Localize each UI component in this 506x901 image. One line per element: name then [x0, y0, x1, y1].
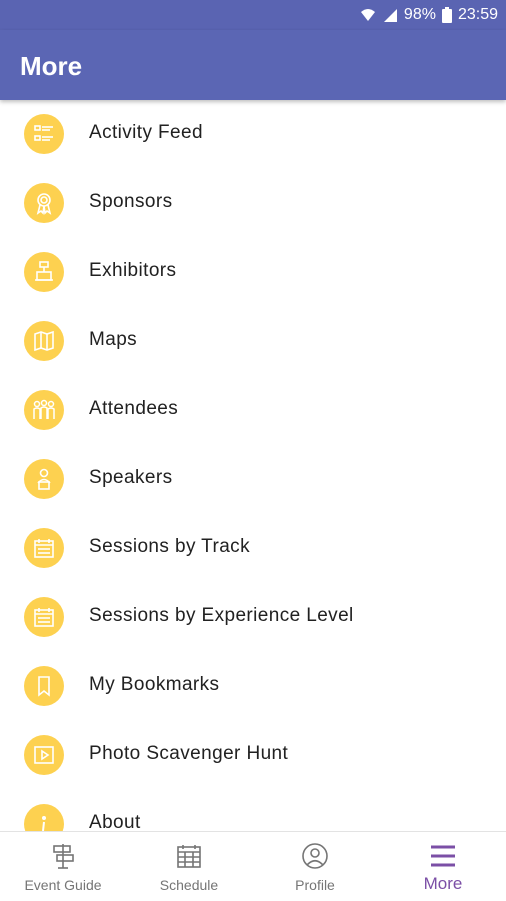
- menu-item-label: My Bookmarks: [89, 674, 220, 695]
- tab-label: Schedule: [159, 877, 219, 893]
- menu-item-sponsors[interactable]: Sponsors: [0, 169, 506, 238]
- signpost-icon: [53, 844, 74, 869]
- tab-event-guide[interactable]: Event Guide: [0, 832, 126, 901]
- menu-item-label: Speakers: [89, 467, 173, 488]
- battery-icon: [441, 7, 452, 23]
- calendar-icon: [24, 597, 64, 637]
- menu-item-label: About: [89, 812, 141, 831]
- info-icon: [24, 804, 64, 831]
- app-bar: More: [0, 30, 506, 100]
- clock: 23:59: [457, 6, 498, 23]
- menu-item-about[interactable]: About: [0, 790, 506, 831]
- award-ribbon-icon: [24, 183, 64, 223]
- menu-item-exhibitors[interactable]: Exhibitors: [0, 238, 506, 307]
- bookmark-icon: [24, 666, 64, 706]
- menu-item-label: Activity Feed: [89, 122, 203, 143]
- menu-item-maps[interactable]: Maps: [0, 307, 506, 376]
- status-bar: 98% 23:59: [0, 0, 506, 30]
- tab-more[interactable]: More: [380, 832, 506, 901]
- page-title: More: [20, 51, 83, 81]
- map-icon: [24, 321, 64, 361]
- menu-item-label: Photo Scavenger Hunt: [89, 743, 289, 764]
- menu-item-my-bookmarks[interactable]: My Bookmarks: [0, 652, 506, 721]
- tab-label: Event Guide: [24, 877, 102, 893]
- more-menu-list[interactable]: Activity Feed Sponsors Exhibitors Maps A…: [0, 100, 506, 831]
- menu-item-label: Sponsors: [89, 191, 173, 212]
- bottom-navigation: Event Guide Schedule Profile More: [0, 831, 506, 901]
- menu-item-label: Sessions by Track: [89, 536, 250, 557]
- people-icon: [24, 390, 64, 430]
- user-circle-icon: [302, 843, 328, 869]
- tab-profile[interactable]: Profile: [252, 832, 378, 901]
- menu-item-label: Exhibitors: [89, 260, 177, 281]
- menu-icon: [431, 845, 455, 867]
- booth-icon: [24, 252, 64, 292]
- play-icon: [24, 735, 64, 775]
- menu-item-attendees[interactable]: Attendees: [0, 376, 506, 445]
- tab-schedule[interactable]: Schedule: [126, 832, 252, 901]
- menu-item-sessions-by-track[interactable]: Sessions by Track: [0, 514, 506, 583]
- menu-item-label: Attendees: [89, 398, 179, 419]
- signal-icon: [383, 9, 397, 22]
- menu-item-activity-feed[interactable]: Activity Feed: [0, 100, 506, 169]
- menu-item-photo-scavenger-hunt[interactable]: Photo Scavenger Hunt: [0, 721, 506, 790]
- tab-label: Profile: [295, 877, 335, 893]
- wifi-icon: [360, 9, 375, 21]
- menu-item-label: Maps: [89, 329, 138, 350]
- calendar-icon: [24, 528, 64, 568]
- menu-item-sessions-by-experience-level[interactable]: Sessions by Experience Level: [0, 583, 506, 652]
- speaker-icon: [24, 459, 64, 499]
- calendar-grid-icon: [177, 845, 201, 868]
- list-icon: [24, 114, 64, 154]
- menu-item-label: Sessions by Experience Level: [89, 605, 354, 626]
- menu-item-speakers[interactable]: Speakers: [0, 445, 506, 514]
- battery-percent: 98%: [403, 6, 436, 23]
- tab-label: More: [423, 874, 463, 893]
